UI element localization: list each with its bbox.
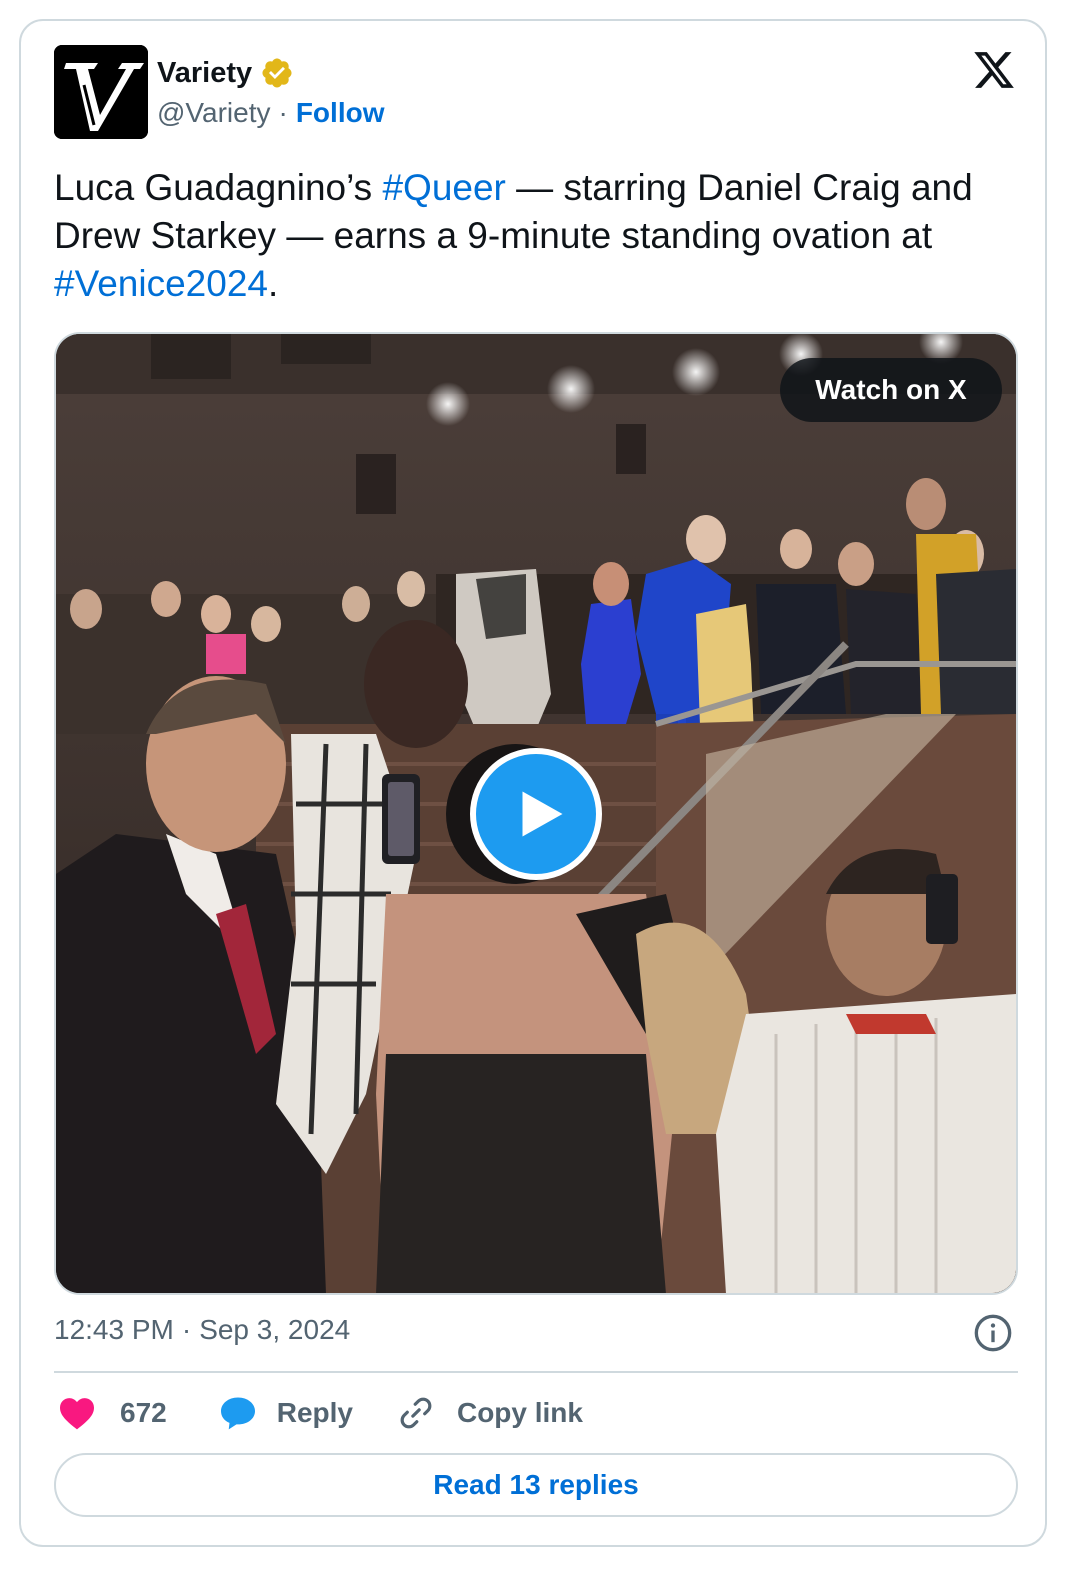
timestamp-separator: · [181, 1314, 192, 1345]
follow-link[interactable]: Follow [296, 97, 385, 129]
like-count: 672 [120, 1397, 167, 1428]
read-replies-button[interactable]: Read 13 replies [54, 1453, 1018, 1517]
copy-link-button[interactable]: Copy link [397, 1394, 583, 1432]
account-name[interactable]: Variety [157, 57, 252, 90]
tweet-embed-card: Variety @Variety · Follow Luca Guadagnin… [19, 19, 1047, 1547]
reply-button[interactable]: Reply [219, 1396, 353, 1430]
watch-on-x-button[interactable]: Watch on X [780, 358, 1002, 422]
variety-avatar-icon[interactable] [54, 45, 148, 139]
handle-row: @Variety · Follow [157, 97, 384, 129]
divider [54, 1371, 1018, 1373]
tweet-date: Sep 3, 2024 [199, 1314, 351, 1345]
account-handle[interactable]: @Variety [157, 97, 271, 129]
handle-separator: · [278, 97, 288, 128]
link-icon [400, 1397, 432, 1429]
like-button[interactable]: 672 [58, 1396, 167, 1430]
tweet-timestamp[interactable]: 12:43 PM · Sep 3, 2024 [54, 1314, 350, 1346]
play-icon [522, 791, 563, 837]
tweet-time: 12:43 PM [54, 1314, 174, 1345]
action-bar: 672 Reply Copy link [54, 1393, 583, 1433]
play-button[interactable] [470, 748, 602, 880]
verified-badge-icon [260, 56, 294, 90]
hashtag-venice2024-link[interactable]: #Venice2024 [54, 263, 268, 304]
reply-label: Reply [276, 1397, 353, 1428]
tweet-text-part3: . [267, 263, 279, 304]
tweet-text-part1: Luca Guadagnino’s [54, 167, 383, 208]
reply-bubble-icon [220, 1397, 255, 1430]
heart-icon [60, 1398, 94, 1430]
info-icon[interactable] [973, 1313, 1013, 1353]
hashtag-queer-link[interactable]: #Queer [382, 167, 505, 208]
x-logo-icon[interactable] [971, 48, 1017, 92]
account-name-row: Variety [157, 54, 294, 92]
video-thumbnail[interactable]: Watch on X [54, 332, 1018, 1295]
copy-link-label: Copy link [456, 1397, 583, 1428]
tweet-text: Luca Guadagnino’s #Queer — starring Dani… [54, 164, 1024, 308]
